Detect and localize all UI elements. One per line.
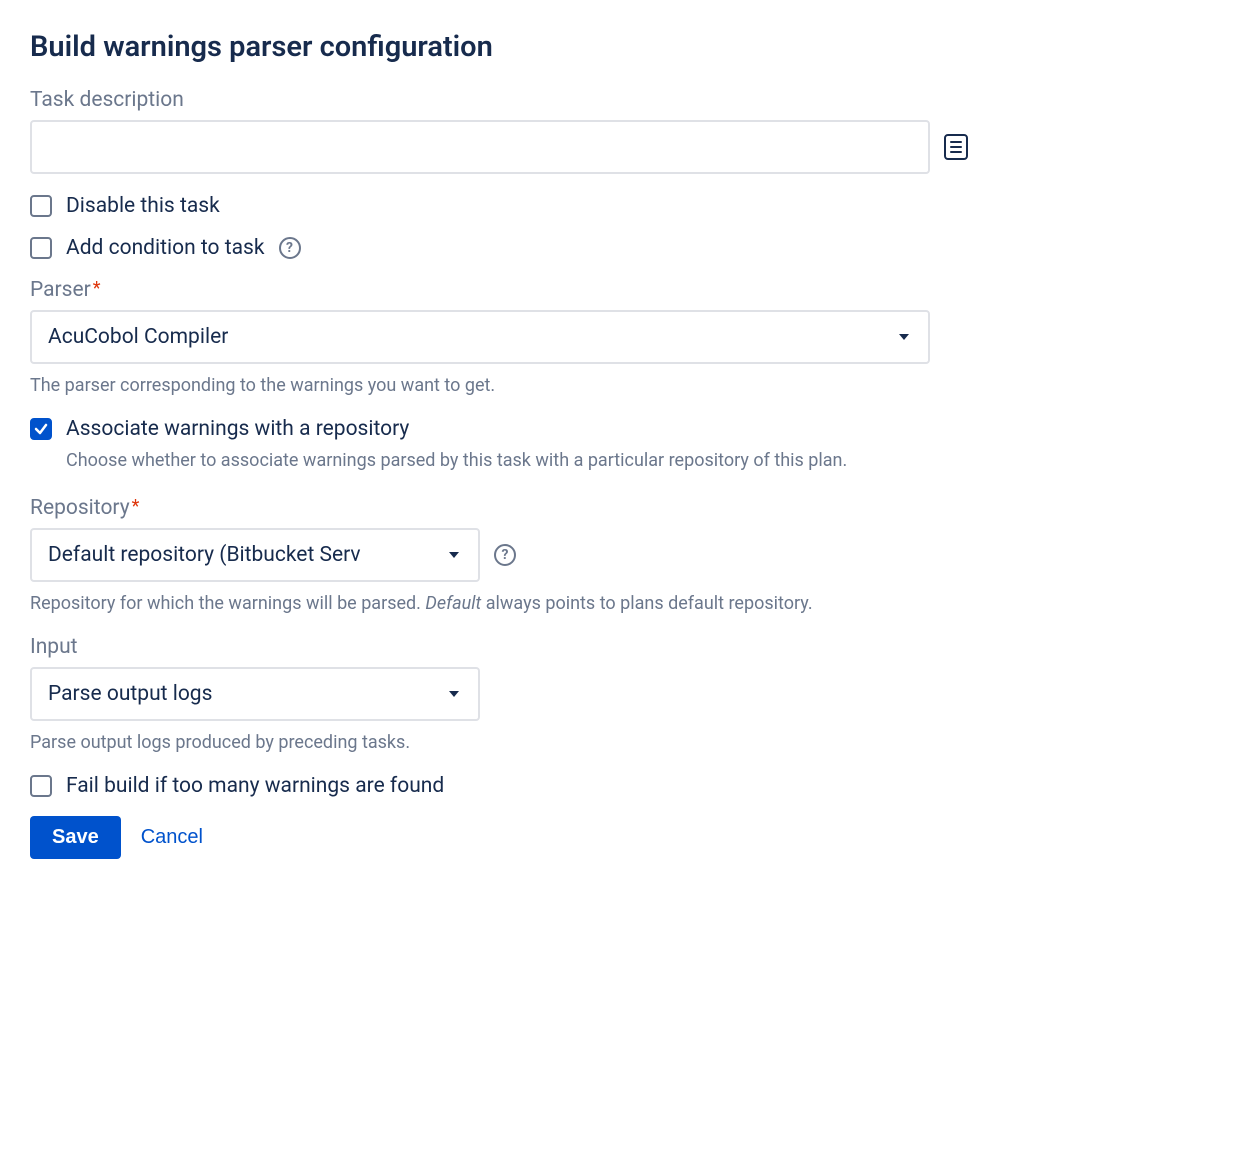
task-description-input[interactable] bbox=[30, 120, 930, 174]
fail-build-checkbox[interactable] bbox=[30, 775, 52, 797]
input-label: Input bbox=[30, 635, 1214, 659]
repository-help: Repository for which the warnings will b… bbox=[30, 590, 1214, 617]
save-button[interactable]: Save bbox=[30, 816, 121, 859]
chevron-down-icon bbox=[446, 547, 462, 563]
cancel-button[interactable]: Cancel bbox=[141, 826, 203, 849]
add-condition-help-icon[interactable]: ? bbox=[279, 237, 301, 259]
input-select-value: Parse output logs bbox=[48, 682, 212, 706]
page-title: Build warnings parser configuration bbox=[30, 30, 1214, 64]
parser-label: Parser* bbox=[30, 278, 1214, 302]
disable-task-label: Disable this task bbox=[66, 194, 220, 218]
repository-select-value: Default repository (Bitbucket Serv bbox=[48, 543, 361, 567]
add-condition-label: Add condition to task bbox=[66, 236, 265, 260]
fail-build-label: Fail build if too many warnings are foun… bbox=[66, 774, 444, 798]
description-hint-icon[interactable] bbox=[944, 134, 968, 160]
parser-select[interactable]: AcuCobol Compiler bbox=[30, 310, 930, 364]
repository-select[interactable]: Default repository (Bitbucket Serv bbox=[30, 528, 480, 582]
chevron-down-icon bbox=[446, 686, 462, 702]
parser-select-value: AcuCobol Compiler bbox=[48, 325, 228, 349]
chevron-down-icon bbox=[896, 329, 912, 345]
input-select[interactable]: Parse output logs bbox=[30, 667, 480, 721]
parser-help: The parser corresponding to the warnings… bbox=[30, 372, 1214, 399]
repository-help-icon[interactable]: ? bbox=[494, 544, 516, 566]
task-description-label: Task description bbox=[30, 88, 1214, 112]
associate-warnings-help: Choose whether to associate warnings par… bbox=[66, 447, 1214, 474]
repository-label: Repository* bbox=[30, 496, 1214, 520]
associate-warnings-label: Associate warnings with a repository bbox=[66, 417, 409, 441]
add-condition-checkbox[interactable] bbox=[30, 237, 52, 259]
input-help: Parse output logs produced by preceding … bbox=[30, 729, 1214, 756]
disable-task-checkbox[interactable] bbox=[30, 195, 52, 217]
associate-warnings-checkbox[interactable] bbox=[30, 418, 52, 440]
